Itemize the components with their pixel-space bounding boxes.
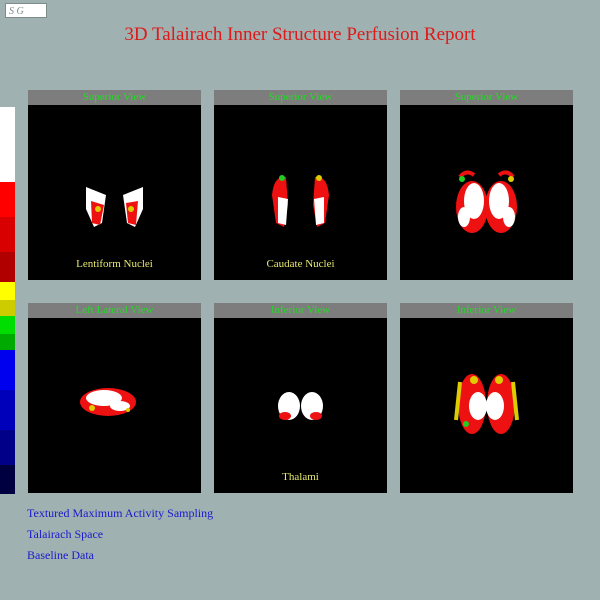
brain-render-viewport[interactable]: Caudate Nuclei [214, 105, 387, 280]
color-scale-green [0, 316, 15, 334]
structure-label: Caudate Nuclei [266, 258, 335, 270]
panel-left-lateral: Left Lateral View [28, 303, 201, 493]
combined-inferior-render [454, 374, 519, 434]
combined-superior-render [456, 170, 517, 233]
color-scale-navy [0, 430, 15, 465]
color-scale-yellow [0, 282, 15, 300]
panel-header: Inferior View [214, 303, 387, 318]
structure-label: Thalami [282, 471, 319, 483]
structure-label: Lentiform Nuclei [76, 258, 153, 270]
color-scale-red [0, 182, 15, 217]
footer-data-type: Baseline Data [27, 548, 94, 562]
color-scale-darkest [0, 465, 15, 494]
footer-coordinate-space: Talairach Space [27, 527, 104, 541]
brain-render-viewport[interactable]: Thalami [214, 318, 387, 493]
brain-render-viewport[interactable] [28, 318, 201, 493]
patient-initials-field[interactable]: S G [5, 3, 47, 18]
panel-header: Left Lateral View [28, 303, 201, 318]
color-scale-dark-red [0, 252, 15, 282]
panel-header: Inferior View [400, 303, 573, 318]
color-scale-red-2 [0, 217, 15, 252]
color-scale-dark-green [0, 334, 15, 350]
color-scale-white-2 [0, 162, 15, 182]
color-scale-olive [0, 300, 15, 316]
panel-thalami-inferior: Inferior View Thalami [214, 303, 387, 493]
color-scale-white [0, 107, 15, 162]
brain-render-viewport[interactable]: Lentiform Nuclei [28, 105, 201, 280]
panel-header: Superior View [400, 90, 573, 105]
color-scale-blue [0, 350, 15, 390]
footer-sampling-method: Textured Maximum Activity Sampling [27, 506, 214, 520]
panel-header: Superior View [214, 90, 387, 105]
panel-header: Superior View [28, 90, 201, 105]
color-scale-bar [0, 107, 15, 494]
left-lateral-render [80, 388, 136, 416]
panel-combined-inferior: Inferior View [400, 303, 573, 493]
panel-caudate-superior: Superior View Caudate Nuclei [214, 90, 387, 280]
panel-lentiform-superior: Superior View Lentiform Nuclei [28, 90, 201, 280]
panel-combined-superior: Superior View [400, 90, 573, 280]
brain-render-viewport[interactable] [400, 318, 573, 493]
caudate-render [272, 175, 329, 227]
color-scale-blue-2 [0, 390, 15, 430]
lentiform-render [86, 187, 143, 227]
thalami-render [278, 392, 323, 420]
brain-render-viewport[interactable] [400, 105, 573, 280]
report-title: 3D Talairach Inner Structure Perfusion R… [124, 24, 476, 45]
